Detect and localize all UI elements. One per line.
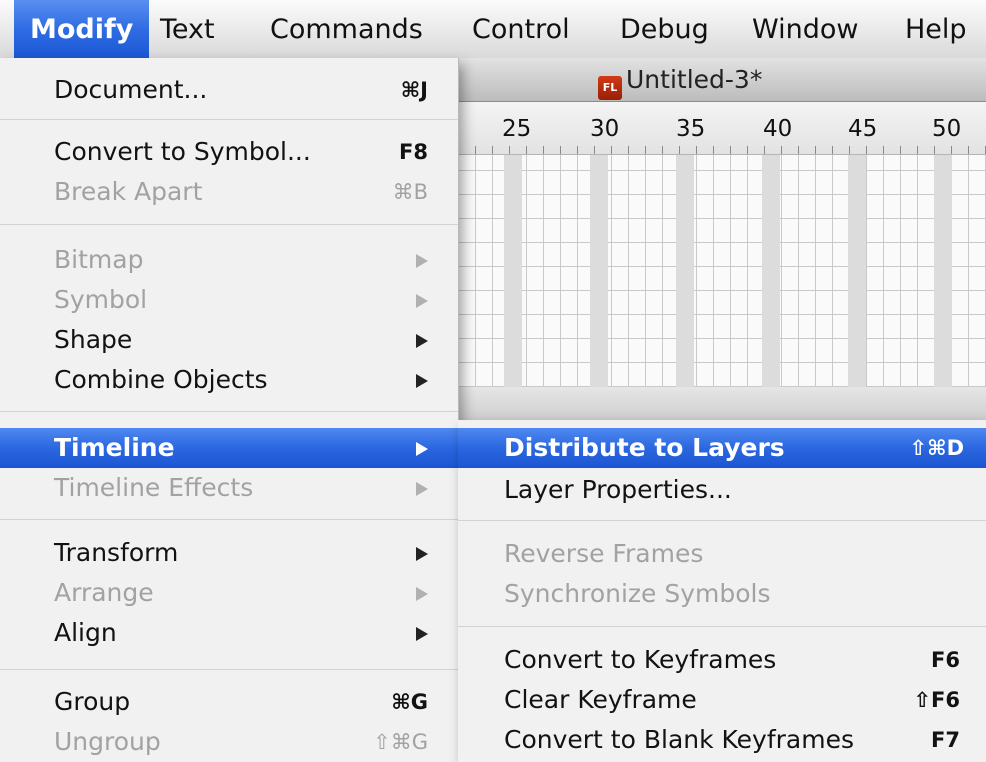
menu-item-label: Ungroup	[54, 727, 161, 756]
document-title-bar: FL Untitled-3*	[458, 58, 986, 102]
menu-text[interactable]: Text	[160, 0, 215, 58]
menu-separator	[0, 669, 458, 670]
ruler-number: 50	[932, 116, 962, 142]
menu-item-label: Convert to Keyframes	[504, 645, 777, 674]
ruler-number: 30	[590, 116, 620, 142]
menu-item-label: Distribute to Layers	[504, 433, 785, 462]
menu-separator	[0, 411, 458, 412]
menu-item-transform[interactable]: Transform	[0, 533, 458, 573]
menu-item-convert-to-keyframes[interactable]: Convert to Keyframes F6	[458, 640, 986, 680]
menu-item-timeline-effects: Timeline Effects	[0, 468, 458, 508]
menu-item-label: Arrange	[54, 578, 154, 607]
menu-separator	[458, 520, 986, 521]
menu-bar: Modify Text Commands Control Debug Windo…	[0, 0, 986, 59]
submenu-arrow-icon	[416, 442, 428, 456]
menu-separator	[0, 224, 458, 225]
frame-band	[762, 155, 780, 387]
menu-item-distribute-to-layers[interactable]: Distribute to Layers ⇧⌘D	[458, 428, 986, 468]
submenu-arrow-icon	[416, 627, 428, 641]
timeline-submenu: Distribute to Layers ⇧⌘D Layer Propertie…	[458, 420, 986, 762]
menu-item-label: Clear Keyframe	[504, 685, 697, 714]
ruler-number: 35	[676, 116, 706, 142]
menu-item-label: Bitmap	[54, 245, 144, 274]
flash-file-icon: FL	[598, 76, 622, 100]
menu-item-label: Align	[54, 618, 117, 647]
menu-separator	[0, 119, 458, 120]
document-title: FL Untitled-3*	[598, 58, 762, 101]
timeline-frames-grid[interactable]	[458, 155, 986, 387]
frame-band	[504, 155, 522, 387]
menu-item-reverse-frames: Reverse Frames	[458, 534, 986, 574]
submenu-arrow-icon	[416, 334, 428, 348]
menu-debug[interactable]: Debug	[620, 0, 709, 58]
menu-item-label: Group	[54, 687, 131, 716]
menu-item-combine-objects[interactable]: Combine Objects	[0, 360, 458, 400]
submenu-arrow-icon	[416, 294, 428, 308]
menu-commands[interactable]: Commands	[270, 0, 423, 58]
menu-item-shortcut: ⇧⌘D	[909, 436, 964, 460]
menu-item-label: Timeline Effects	[54, 473, 254, 502]
menu-item-label: Timeline	[54, 433, 175, 462]
menu-item-align[interactable]: Align	[0, 613, 458, 653]
menu-item-label: Layer Properties...	[504, 475, 732, 504]
menu-separator	[0, 519, 458, 520]
menu-item-shortcut: ⌘G	[391, 690, 428, 714]
submenu-arrow-icon	[416, 587, 428, 601]
ruler-number: 25	[502, 116, 532, 142]
menu-item-ungroup: Ungroup ⇧⌘G	[0, 722, 458, 762]
menu-item-symbol: Symbol	[0, 280, 458, 320]
modify-menu: Document... ⌘J Convert to Symbol... F8 B…	[0, 58, 459, 762]
menu-item-shortcut: ⌘J	[400, 78, 428, 102]
menu-item-label: Document...	[54, 75, 208, 104]
menu-item-shape[interactable]: Shape	[0, 320, 458, 360]
menu-control[interactable]: Control	[472, 0, 570, 58]
menu-item-clear-keyframe[interactable]: Clear Keyframe ⇧F6	[458, 680, 986, 720]
menu-item-shortcut: F7	[931, 728, 960, 752]
timeline-ruler[interactable]: 25 30 35 40 45 50	[458, 102, 986, 155]
menu-modify[interactable]: Modify	[14, 0, 150, 58]
menu-item-label: Convert to Symbol...	[54, 137, 311, 166]
submenu-arrow-icon	[416, 482, 428, 496]
submenu-arrow-icon	[416, 374, 428, 388]
submenu-arrow-icon	[416, 254, 428, 268]
menu-item-shortcut: ⌘B	[392, 180, 428, 204]
frame-band	[848, 155, 866, 387]
menu-item-label: Convert to Blank Keyframes	[504, 725, 855, 754]
menu-item-label: Transform	[54, 538, 179, 567]
menu-item-timeline[interactable]: Timeline	[0, 428, 458, 468]
menu-separator	[458, 626, 986, 627]
menu-item-shortcut: ⇧F6	[913, 688, 960, 712]
menu-item-shortcut: ⇧⌘G	[373, 730, 428, 754]
document-title-text: Untitled-3*	[626, 65, 763, 94]
menu-item-bitmap: Bitmap	[0, 240, 458, 280]
menu-item-group[interactable]: Group ⌘G	[0, 682, 458, 722]
menu-item-label: Reverse Frames	[504, 539, 704, 568]
menu-item-label: Synchronize Symbols	[504, 579, 771, 608]
menu-item-shortcut: F6	[931, 648, 960, 672]
menu-item-layer-properties[interactable]: Layer Properties...	[458, 470, 986, 510]
menu-item-synchronize-symbols: Synchronize Symbols	[458, 574, 986, 614]
menu-item-document[interactable]: Document... ⌘J	[0, 70, 458, 110]
ruler-number: 45	[848, 116, 878, 142]
menu-item-break-apart: Break Apart ⌘B	[0, 172, 458, 212]
ruler-ticks	[458, 146, 986, 154]
menu-item-label: Combine Objects	[54, 365, 268, 394]
menu-window[interactable]: Window	[752, 0, 858, 58]
menu-item-convert-to-blank-keyframes[interactable]: Convert to Blank Keyframes F7	[458, 720, 986, 760]
frame-band	[934, 155, 952, 387]
menu-item-label: Symbol	[54, 285, 148, 314]
menu-item-label: Shape	[54, 325, 133, 354]
ruler-number: 40	[763, 116, 793, 142]
menu-item-arrange: Arrange	[0, 573, 458, 613]
menu-item-shortcut: F8	[399, 140, 428, 164]
frame-band	[676, 155, 694, 387]
menu-item-label: Break Apart	[54, 177, 203, 206]
submenu-arrow-icon	[416, 547, 428, 561]
menu-item-convert-to-symbol[interactable]: Convert to Symbol... F8	[0, 132, 458, 172]
menu-help[interactable]: Help	[905, 0, 967, 58]
frame-band	[590, 155, 608, 387]
